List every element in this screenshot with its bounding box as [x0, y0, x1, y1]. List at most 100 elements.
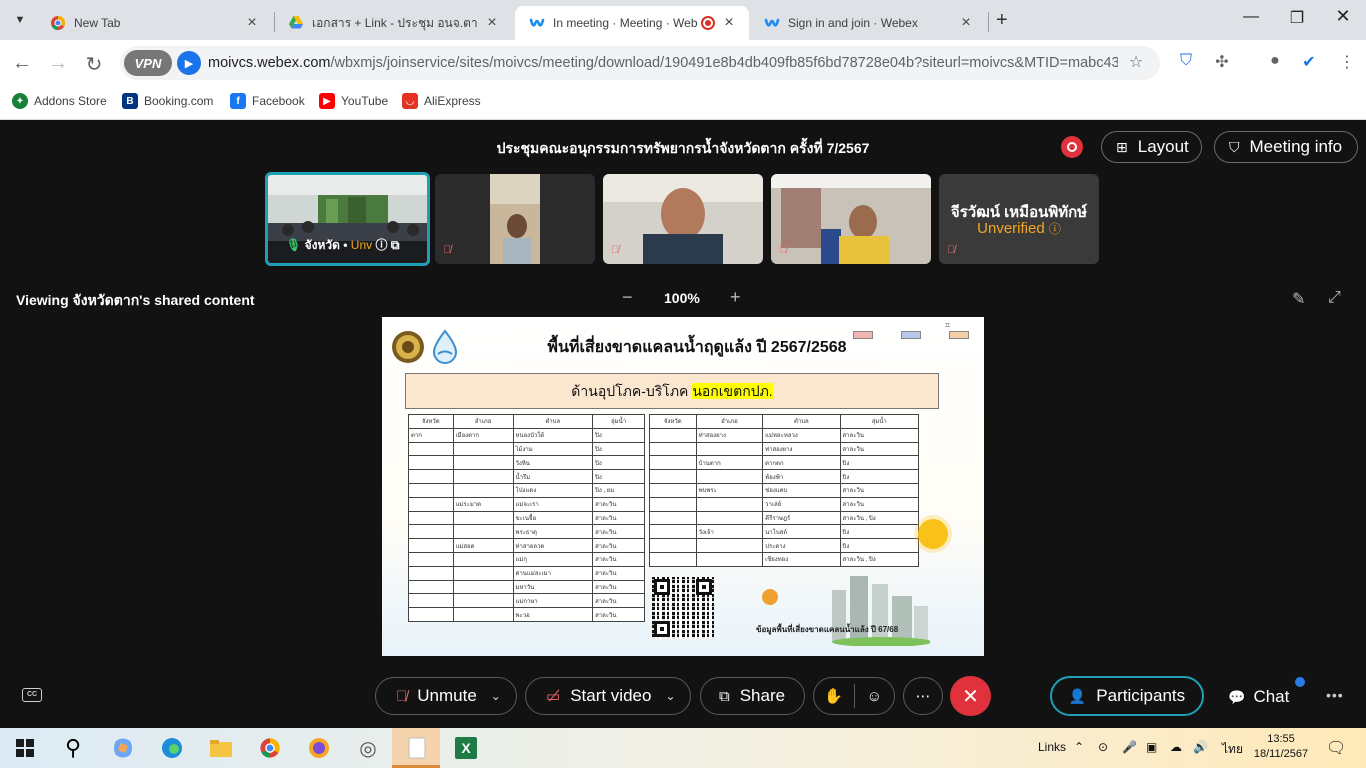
table-cell	[408, 538, 454, 553]
vpn-badge[interactable]: VPN	[124, 50, 172, 76]
chevron-down-icon[interactable]: ⌄	[665, 689, 675, 703]
notepad-icon[interactable]	[404, 736, 430, 760]
more-options-icon[interactable]: ⋯	[903, 677, 943, 715]
tab-title: เอกสาร + Link - ประชุม อนจ.ตาก 7	[312, 15, 478, 30]
browser-app-icon[interactable]	[306, 736, 332, 760]
tab-webex-signin[interactable]: Sign in and join · Webex ×	[750, 6, 986, 40]
tab-close-icon[interactable]: ×	[958, 14, 974, 32]
reload-icon[interactable]: ↻	[82, 52, 106, 77]
table-row: วังเจ้า นาโบสถ์ ปิง	[649, 524, 920, 540]
bookmark-aliexpress[interactable]: ◡ AliExpress	[402, 93, 481, 109]
tray-chevron-up-icon[interactable]: ⌃	[1074, 740, 1084, 754]
taskbar-clock[interactable]: 13:55 18/11/2567	[1250, 732, 1312, 762]
file-explorer-icon[interactable]	[208, 736, 234, 760]
table-cell	[649, 469, 697, 484]
extensions-puzzle-icon[interactable]: ✣	[1211, 52, 1233, 74]
table-cell: แม่ระมาด	[452, 496, 514, 512]
chat-bubble-icon: 💬	[1228, 689, 1246, 705]
meeting-info-button[interactable]: ⛉ Meeting info	[1214, 131, 1358, 163]
microphone-tray-icon[interactable]: 🎤	[1122, 740, 1137, 754]
close-window-icon[interactable]: ✕	[1331, 6, 1355, 27]
shield-extension-icon[interactable]: ⛉	[1175, 52, 1197, 74]
new-tab-plus-icon[interactable]: +	[996, 9, 1008, 32]
camera-in-use-icon[interactable]: ▶	[177, 51, 201, 75]
table-row: แม่กุ สาละวิน	[408, 551, 645, 567]
zoom-in-icon[interactable]: +	[730, 287, 741, 308]
forward-arrow-icon[interactable]: →	[46, 52, 70, 75]
table-cell: ไม้งาม	[512, 441, 594, 457]
tab-new-tab[interactable]: New Tab ×	[36, 6, 272, 40]
start-video-button[interactable]: ▭̸ Start video ⌄	[525, 677, 691, 715]
browser-menu-icon[interactable]: ⋮	[1336, 52, 1358, 74]
table-row: วาเล่ย์ สาละวิน	[649, 496, 920, 512]
share-button[interactable]: ⧉ Share	[700, 677, 805, 715]
bookmark-addons-store[interactable]: ✦ Addons Store	[12, 93, 107, 109]
tab-separator	[988, 12, 989, 32]
participants-button[interactable]: 👤 Participants	[1050, 676, 1204, 716]
reaction-smiley-icon[interactable]: ☺	[854, 688, 894, 705]
leave-meeting-icon[interactable]: ✕	[950, 676, 991, 716]
cloud-tray-icon[interactable]: ☁	[1170, 740, 1182, 754]
raise-hand-icon[interactable]: ✋	[814, 687, 854, 705]
chat-button[interactable]: 💬 Chat	[1228, 687, 1289, 707]
chrome-icon[interactable]	[257, 736, 283, 760]
zoom-out-icon[interactable]: −	[622, 287, 633, 308]
banner-highlight: นอกเขตกปภ.	[692, 383, 773, 399]
url-domain: moivcs.webex.com	[208, 55, 331, 71]
tab-title: Sign in and join · Webex	[788, 16, 918, 30]
profile-avatar-icon[interactable]: ●	[1264, 52, 1286, 74]
unmute-button[interactable]: 🎙̸ Unmute ⌄	[375, 677, 517, 715]
windows-start-icon[interactable]	[12, 736, 38, 760]
tab-webex-meeting[interactable]: In meeting · Meeting · Webex ×	[515, 6, 749, 40]
tab-close-icon[interactable]: ×	[244, 14, 260, 32]
table-cell	[408, 510, 454, 526]
tab-close-icon[interactable]: ×	[721, 14, 737, 32]
table-cell: วังหิน	[512, 455, 594, 471]
minimize-icon[interactable]: —	[1239, 8, 1263, 26]
links-toolbar[interactable]: Links	[1038, 740, 1066, 754]
security-check-icon[interactable]: ✔	[1298, 52, 1320, 74]
more-panels-icon[interactable]: •••	[1326, 687, 1344, 703]
tab-close-icon[interactable]: ×	[484, 14, 500, 32]
volume-tray-icon[interactable]: 🔊	[1193, 740, 1208, 754]
restore-icon[interactable]: ❐	[1285, 8, 1309, 28]
recording-icon[interactable]	[1061, 136, 1083, 158]
chevron-down-icon[interactable]: ⌄	[491, 689, 501, 703]
copilot-icon[interactable]	[110, 736, 136, 760]
url-path: /wbxmjs/joinservice/sites/moivcs/meeting…	[330, 55, 1118, 71]
video-tile[interactable]: 🎙̸	[435, 174, 595, 264]
table-cell: ท่าสองยาง	[762, 441, 841, 457]
table-cell: ตากตก	[762, 455, 841, 471]
network-tray-icon[interactable]: ▣	[1146, 740, 1157, 754]
search-icon[interactable]: ⚲	[60, 735, 86, 760]
closed-captions-icon[interactable]: CC	[22, 688, 42, 702]
mic-muted-icon: 🎙̸	[396, 687, 408, 705]
input-language[interactable]: ไทย	[1222, 740, 1243, 759]
bookmark-youtube[interactable]: ▶ YouTube	[319, 93, 388, 109]
notification-center-icon[interactable]: 🗨	[1326, 738, 1346, 758]
video-tile-no-video[interactable]: จีรวัฒน์ เหมือนพิทักษ์ Unverified ⓘ 🎙̸	[939, 174, 1099, 264]
bookmark-label: Facebook	[252, 94, 305, 108]
edge-icon[interactable]	[159, 736, 185, 760]
table-cell	[408, 607, 454, 622]
tab-search-chevron-icon[interactable]: ▼	[8, 8, 32, 32]
bookmark-star-icon[interactable]: ☆	[1125, 52, 1147, 74]
webex-app-icon[interactable]: ◎	[355, 736, 381, 760]
annotate-pen-icon[interactable]: ✎	[1292, 289, 1305, 309]
video-tile[interactable]: 🎙̸	[603, 174, 763, 264]
camera-tray-icon[interactable]: ⊙	[1098, 740, 1108, 754]
participants-label: Participants	[1096, 686, 1186, 705]
help-circle-icon: ⓘ	[1048, 222, 1061, 236]
table-cell: แม่สอด	[452, 538, 514, 553]
tab-drive-doc[interactable]: เอกสาร + Link - ประชุม อนจ.ตาก 7 ×	[274, 6, 512, 40]
video-tile[interactable]: 🎙̸	[771, 174, 931, 264]
video-tile-active[interactable]: 🎙 จังหวัด • Unv ⓘ ⧉	[265, 172, 430, 266]
layout-button[interactable]: ⊞ Layout	[1101, 131, 1202, 163]
table-cell	[452, 593, 514, 609]
excel-icon[interactable]: X	[453, 736, 479, 760]
bookmark-facebook[interactable]: f Facebook	[230, 93, 305, 109]
url-text[interactable]: moivcs.webex.com/wbxmjs/joinservice/site…	[208, 55, 1118, 71]
back-arrow-icon[interactable]: ←	[10, 52, 34, 75]
fullscreen-icon[interactable]: ⤢	[1328, 289, 1341, 307]
bookmark-booking[interactable]: B Booking.com	[122, 93, 213, 109]
